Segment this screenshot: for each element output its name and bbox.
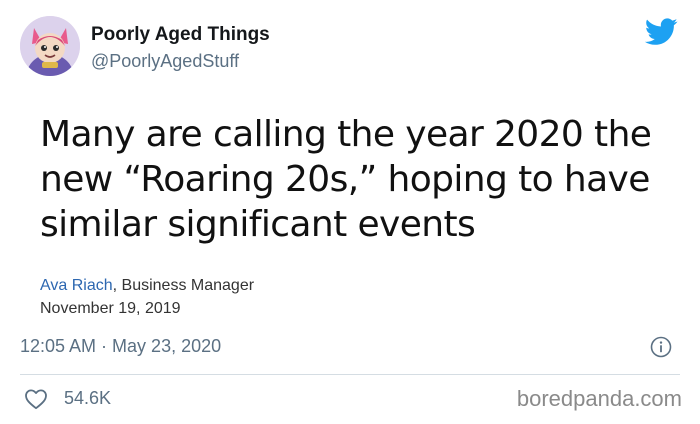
heart-icon[interactable] bbox=[24, 388, 48, 410]
attribution-name-link[interactable]: Ava Riach bbox=[40, 277, 113, 294]
quote-attribution: Ava Riach, Business Manager bbox=[40, 277, 254, 295]
attribution-date: November 19, 2019 bbox=[40, 300, 181, 317]
watermark: boredpanda.com bbox=[516, 386, 682, 411]
divider bbox=[20, 374, 680, 375]
author-display-name[interactable]: Poorly Aged Things bbox=[91, 24, 270, 46]
attribution-role: , Business Manager bbox=[112, 277, 255, 294]
twitter-bird-icon[interactable] bbox=[645, 18, 678, 46]
author-handle[interactable]: @PoorlyAgedStuff bbox=[91, 51, 239, 72]
like-count[interactable]: 54.6K bbox=[64, 388, 111, 409]
tweet-text: Many are calling the year 2020 the new “… bbox=[40, 114, 652, 245]
info-icon[interactable] bbox=[650, 336, 672, 358]
avatar[interactable] bbox=[20, 16, 80, 76]
cartoon-character-avatar-icon bbox=[20, 16, 80, 76]
tweet-timestamp[interactable]: 12:05 AM · May 23, 2020 bbox=[20, 336, 221, 357]
